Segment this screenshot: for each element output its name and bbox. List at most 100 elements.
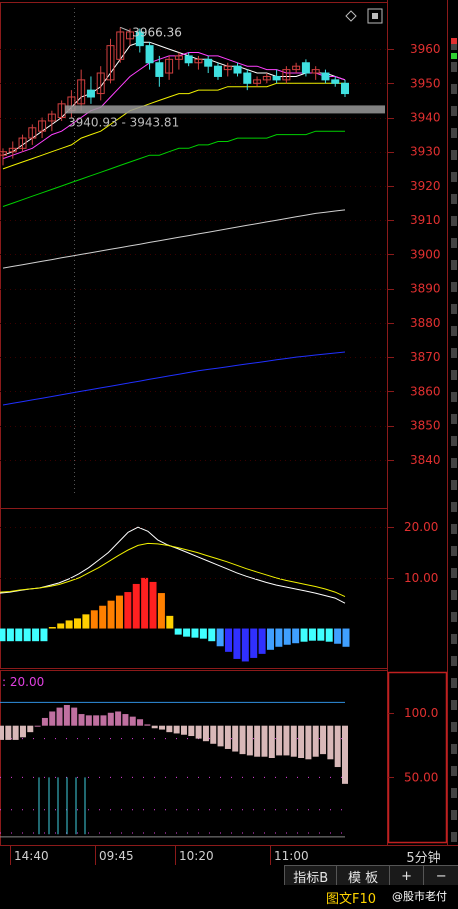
macd-bar-negative	[40, 628, 48, 642]
indicator-b-button[interactable]: 指标B	[284, 866, 336, 886]
osc-bar-down	[239, 725, 246, 755]
macd-bar-negative	[23, 628, 31, 642]
macd-bar-positive	[149, 581, 157, 629]
osc-bar-down	[159, 725, 166, 730]
edge-glyph	[451, 150, 457, 160]
edge-glyph	[451, 788, 457, 798]
osc-bar-down	[254, 725, 261, 757]
zoom-in-button[interactable]: +	[388, 866, 424, 886]
y-tick-label: 3960	[410, 42, 441, 56]
candle-down	[155, 62, 164, 77]
edge-glyph	[451, 304, 457, 314]
osc-bar-down	[283, 725, 290, 756]
macd-bar-positive	[74, 618, 82, 629]
edge-glyph	[451, 194, 457, 204]
edge-glyph	[451, 766, 457, 776]
osc-bar-down	[27, 725, 34, 733]
osc-bar-down	[246, 725, 253, 756]
osc-bar-down	[334, 725, 341, 768]
watermark: @股市老付	[392, 890, 447, 903]
osc-bar-up	[85, 715, 92, 726]
x-tick-label: 09:45	[99, 849, 134, 863]
edge-glyph	[451, 744, 457, 754]
osc-bar-down	[276, 725, 283, 756]
osc-bar-down	[188, 725, 195, 737]
macd-bar-negative	[216, 628, 224, 647]
osc-bar-down	[0, 725, 4, 740]
high-price-label: 3966.36	[132, 25, 182, 39]
candle-down	[341, 82, 349, 95]
oscillator-axis-box	[387, 671, 448, 844]
y-tick-label: 3900	[410, 247, 441, 261]
f10-link[interactable]: 图文F10	[326, 888, 376, 907]
edge-glyph	[451, 678, 457, 688]
edge-glyph	[451, 392, 457, 402]
osc-bar-up	[41, 717, 48, 726]
candle-down	[301, 62, 310, 74]
period-label[interactable]: 5分钟	[389, 847, 458, 866]
osc-bar-down	[12, 725, 19, 740]
osc-bar-up	[93, 715, 100, 726]
y-tick-label: 3950	[410, 76, 441, 90]
oscillator-panel: : 20.00	[0, 675, 348, 838]
ma120-line	[2, 351, 346, 406]
macd-bar-negative	[266, 628, 274, 650]
osc-bar-down	[320, 725, 327, 755]
y-tick-label: 50.00	[404, 770, 438, 784]
y-tick-label: 3870	[410, 350, 441, 364]
candle-down	[204, 58, 213, 67]
candle-down	[331, 79, 340, 84]
osc-bar-down	[217, 725, 224, 747]
osc-bar-up	[107, 712, 114, 726]
candle-down	[145, 45, 154, 64]
diamond-icon[interactable]	[345, 10, 357, 22]
osc-bar-up	[137, 719, 144, 726]
y-tick-label: 3860	[410, 384, 441, 398]
macd-bar-negative	[292, 628, 300, 644]
macd-bar-positive	[141, 577, 149, 629]
candle-down	[321, 72, 330, 81]
osc-bar-down	[327, 725, 334, 760]
osc-bar-up	[49, 711, 56, 726]
candle-down	[272, 75, 281, 81]
dif-line	[0, 526, 346, 604]
osc-bar-down	[261, 725, 268, 757]
edge-glyph	[451, 216, 457, 226]
edge-glyph	[451, 502, 457, 512]
osc-bar-down	[290, 725, 297, 757]
macd-bar-negative	[300, 628, 308, 642]
osc-bar-down	[298, 725, 305, 758]
x-tick-label: 11:00	[274, 849, 309, 863]
osc-bar-down	[195, 725, 202, 739]
window-icon-inner	[372, 13, 378, 19]
edge-glyph	[451, 546, 457, 556]
y-tick-label: 3850	[410, 419, 441, 433]
edge-red-marker	[451, 38, 457, 44]
osc-bar-up	[56, 707, 63, 726]
macd-bar-negative	[317, 628, 325, 641]
osc-bar-up	[144, 724, 151, 726]
x-tick-label: 14:40	[14, 849, 49, 863]
edge-glyph	[451, 524, 457, 534]
osc-bar-up	[78, 714, 85, 726]
macd-bar-negative	[241, 628, 249, 662]
y-tick-label: 3910	[410, 213, 441, 227]
edge-glyph	[451, 172, 457, 182]
macd-bar-positive	[65, 620, 73, 629]
osc-bar-down	[166, 725, 173, 733]
edge-glyph	[451, 62, 457, 72]
osc-bar-down	[312, 725, 319, 757]
template-button[interactable]: 模 板	[336, 866, 388, 886]
macd-bar-negative	[283, 628, 291, 645]
macd-bar-negative	[15, 628, 23, 642]
edge-glyph	[451, 590, 457, 600]
zoom-out-button[interactable]: −	[423, 866, 458, 886]
edge-glyph	[451, 348, 457, 358]
y-tick-label: 3880	[410, 316, 441, 330]
ma30-line	[2, 130, 345, 207]
edge-glyph	[451, 832, 457, 842]
panel-icons	[345, 8, 383, 24]
macd-bar-negative	[208, 628, 216, 642]
zone-range-label: 3940.93 - 3943.81	[68, 115, 179, 129]
panel-frame	[0, 508, 388, 669]
